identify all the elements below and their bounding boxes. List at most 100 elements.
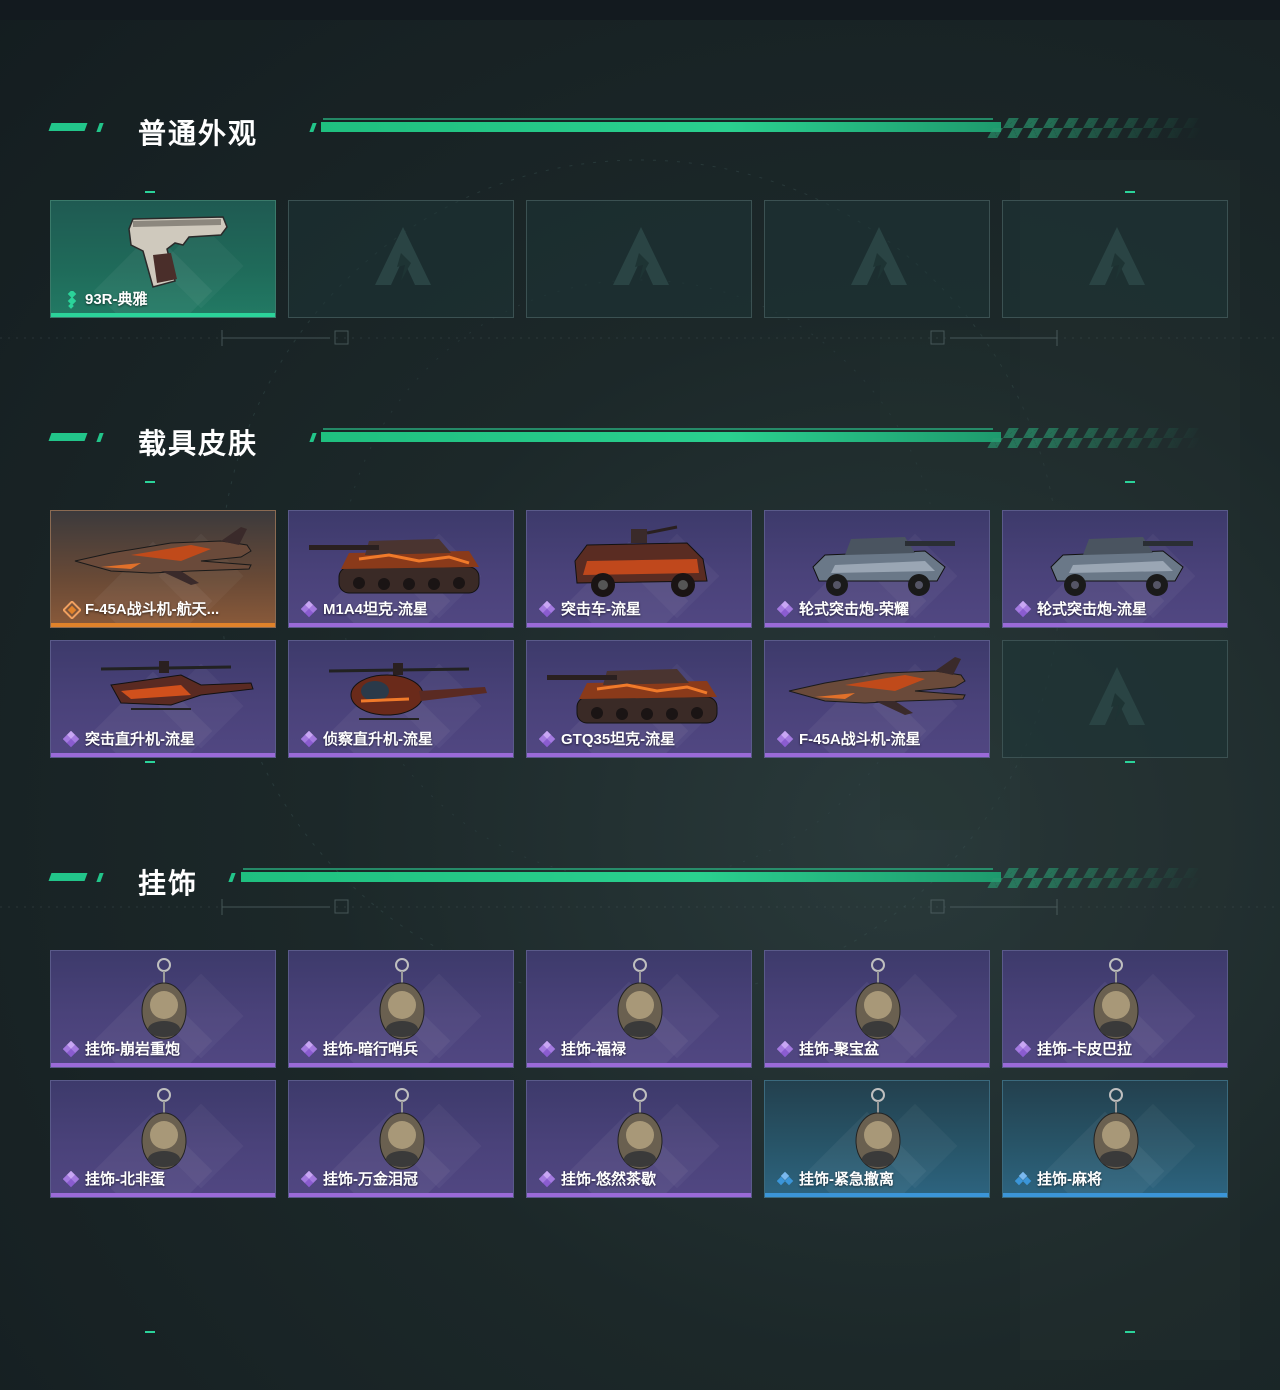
- item-card[interactable]: 突击车-流星: [526, 510, 752, 628]
- item-card[interactable]: 93R-典雅: [50, 200, 276, 318]
- item-card[interactable]: GTQ35坦克-流星: [526, 640, 752, 758]
- jet-icon: [785, 645, 971, 733]
- item-card[interactable]: M1A4坦克-流星: [288, 510, 514, 628]
- rarity-bar: [527, 1063, 751, 1067]
- header-line: [321, 122, 1001, 132]
- header-line: [321, 432, 1001, 442]
- rarity-blue-icon: [776, 1171, 795, 1189]
- attack-helicopter-icon: [71, 645, 257, 733]
- header-checker-pattern: [987, 118, 1209, 138]
- item-label: 挂饰-悠然茶歇: [561, 1171, 656, 1188]
- charm-icon: [309, 955, 495, 1043]
- rarity-bar: [289, 623, 513, 627]
- item-card[interactable]: 侦察直升机-流星: [288, 640, 514, 758]
- rarity-bar: [527, 623, 751, 627]
- item-label: 突击车-流星: [561, 601, 641, 618]
- empty-slot-logo-icon: [609, 223, 673, 293]
- header-line: [241, 872, 1001, 882]
- item-label: 轮式突击炮-荣耀: [799, 601, 909, 618]
- item-card[interactable]: 挂饰-万金泪冠: [288, 1080, 514, 1198]
- rarity-purple-icon: [62, 1040, 81, 1059]
- rarity-purple-icon: [1014, 600, 1033, 619]
- item-card[interactable]: 挂饰-卡皮巴拉: [1002, 950, 1228, 1068]
- rarity-purple-icon: [776, 730, 795, 749]
- rarity-purple-icon: [538, 1040, 557, 1059]
- header-accent-tick: [309, 433, 317, 442]
- empty-slot: [526, 200, 752, 318]
- item-label: 挂饰-崩岩重炮: [85, 1041, 180, 1058]
- item-card[interactable]: F-45A战斗机-航天...: [50, 510, 276, 628]
- rarity-purple-icon: [776, 600, 795, 619]
- empty-slot-logo-icon: [847, 223, 911, 293]
- wheeled-gun-icon: [1023, 515, 1209, 603]
- charm-icon: [547, 1085, 733, 1173]
- header-line-top: [243, 868, 993, 870]
- item-card[interactable]: 挂饰-聚宝盆: [764, 950, 990, 1068]
- corner-marker: [145, 191, 155, 193]
- empty-slot-logo-icon: [1085, 663, 1149, 733]
- rarity-green-icon: [63, 289, 81, 309]
- corner-marker: [1125, 481, 1135, 483]
- header-accent-bar: [48, 123, 88, 131]
- rarity-orange-icon: [62, 600, 82, 620]
- pistol-icon: [71, 205, 257, 293]
- header-accent-bar: [48, 433, 88, 441]
- corner-marker: [1125, 1331, 1135, 1333]
- rarity-purple-icon: [300, 600, 319, 619]
- assault-vehicle-icon: [547, 515, 733, 603]
- item-card[interactable]: 挂饰-崩岩重炮: [50, 950, 276, 1068]
- rarity-bar: [1003, 1063, 1227, 1067]
- item-label: 挂饰-紧急撤离: [799, 1171, 894, 1188]
- item-card[interactable]: 突击直升机-流星: [50, 640, 276, 758]
- item-card[interactable]: 挂饰-北非蛋: [50, 1080, 276, 1198]
- item-label: 挂饰-暗行哨兵: [323, 1041, 418, 1058]
- rarity-bar: [765, 623, 989, 627]
- item-card[interactable]: 挂饰-福禄: [526, 950, 752, 1068]
- top-bar: [0, 0, 1280, 20]
- item-card[interactable]: 挂饰-紧急撤离: [764, 1080, 990, 1198]
- item-card[interactable]: 挂饰-悠然茶歇: [526, 1080, 752, 1198]
- section-header-charm: 挂饰: [48, 860, 1209, 899]
- corner-marker: [145, 481, 155, 483]
- rarity-purple-icon: [538, 1170, 557, 1189]
- rarity-bar: [289, 753, 513, 757]
- rarity-purple-icon: [300, 730, 319, 749]
- rarity-bar: [527, 753, 751, 757]
- item-label: 挂饰-北非蛋: [85, 1171, 165, 1188]
- rarity-purple-icon: [300, 1170, 319, 1189]
- item-card[interactable]: F-45A战斗机-流星: [764, 640, 990, 758]
- header-accent-tick: [228, 873, 236, 882]
- charm-icon: [1023, 1085, 1209, 1173]
- empty-slot: [1002, 200, 1228, 318]
- item-label: M1A4坦克-流星: [323, 601, 429, 618]
- charm-icon: [309, 1085, 495, 1173]
- section-header-appearance: 普通外观: [48, 110, 1209, 149]
- empty-slot-logo-icon: [1085, 223, 1149, 293]
- rarity-purple-icon: [776, 1040, 795, 1059]
- item-label: 侦察直升机-流星: [323, 731, 433, 748]
- rarity-bar: [51, 1063, 275, 1067]
- header-accent-tick: [309, 123, 317, 132]
- rarity-purple-icon: [62, 730, 81, 749]
- rarity-purple-icon: [300, 1040, 319, 1059]
- section-header-vehicle: 载具皮肤: [48, 420, 1209, 459]
- item-card[interactable]: 轮式突击炮-流星: [1002, 510, 1228, 628]
- corner-marker: [145, 1331, 155, 1333]
- item-label: 挂饰-麻将: [1037, 1171, 1102, 1188]
- item-card[interactable]: 挂饰-暗行哨兵: [288, 950, 514, 1068]
- item-card[interactable]: 挂饰-麻将: [1002, 1080, 1228, 1198]
- charm-icon: [785, 1085, 971, 1173]
- header-line-top: [323, 118, 993, 120]
- header-checker-pattern: [987, 428, 1209, 448]
- empty-slot: [1002, 640, 1228, 758]
- section-title: 载具皮肤: [138, 428, 259, 459]
- empty-slot: [764, 200, 990, 318]
- rarity-bar: [765, 753, 989, 757]
- item-card[interactable]: 轮式突击炮-荣耀: [764, 510, 990, 628]
- header-checker-pattern: [987, 868, 1209, 888]
- tank-icon: [547, 645, 733, 733]
- item-label: 挂饰-福禄: [561, 1041, 626, 1058]
- header-accent-tick: [96, 433, 104, 442]
- rarity-bar: [1003, 623, 1227, 627]
- rarity-bar: [289, 1063, 513, 1067]
